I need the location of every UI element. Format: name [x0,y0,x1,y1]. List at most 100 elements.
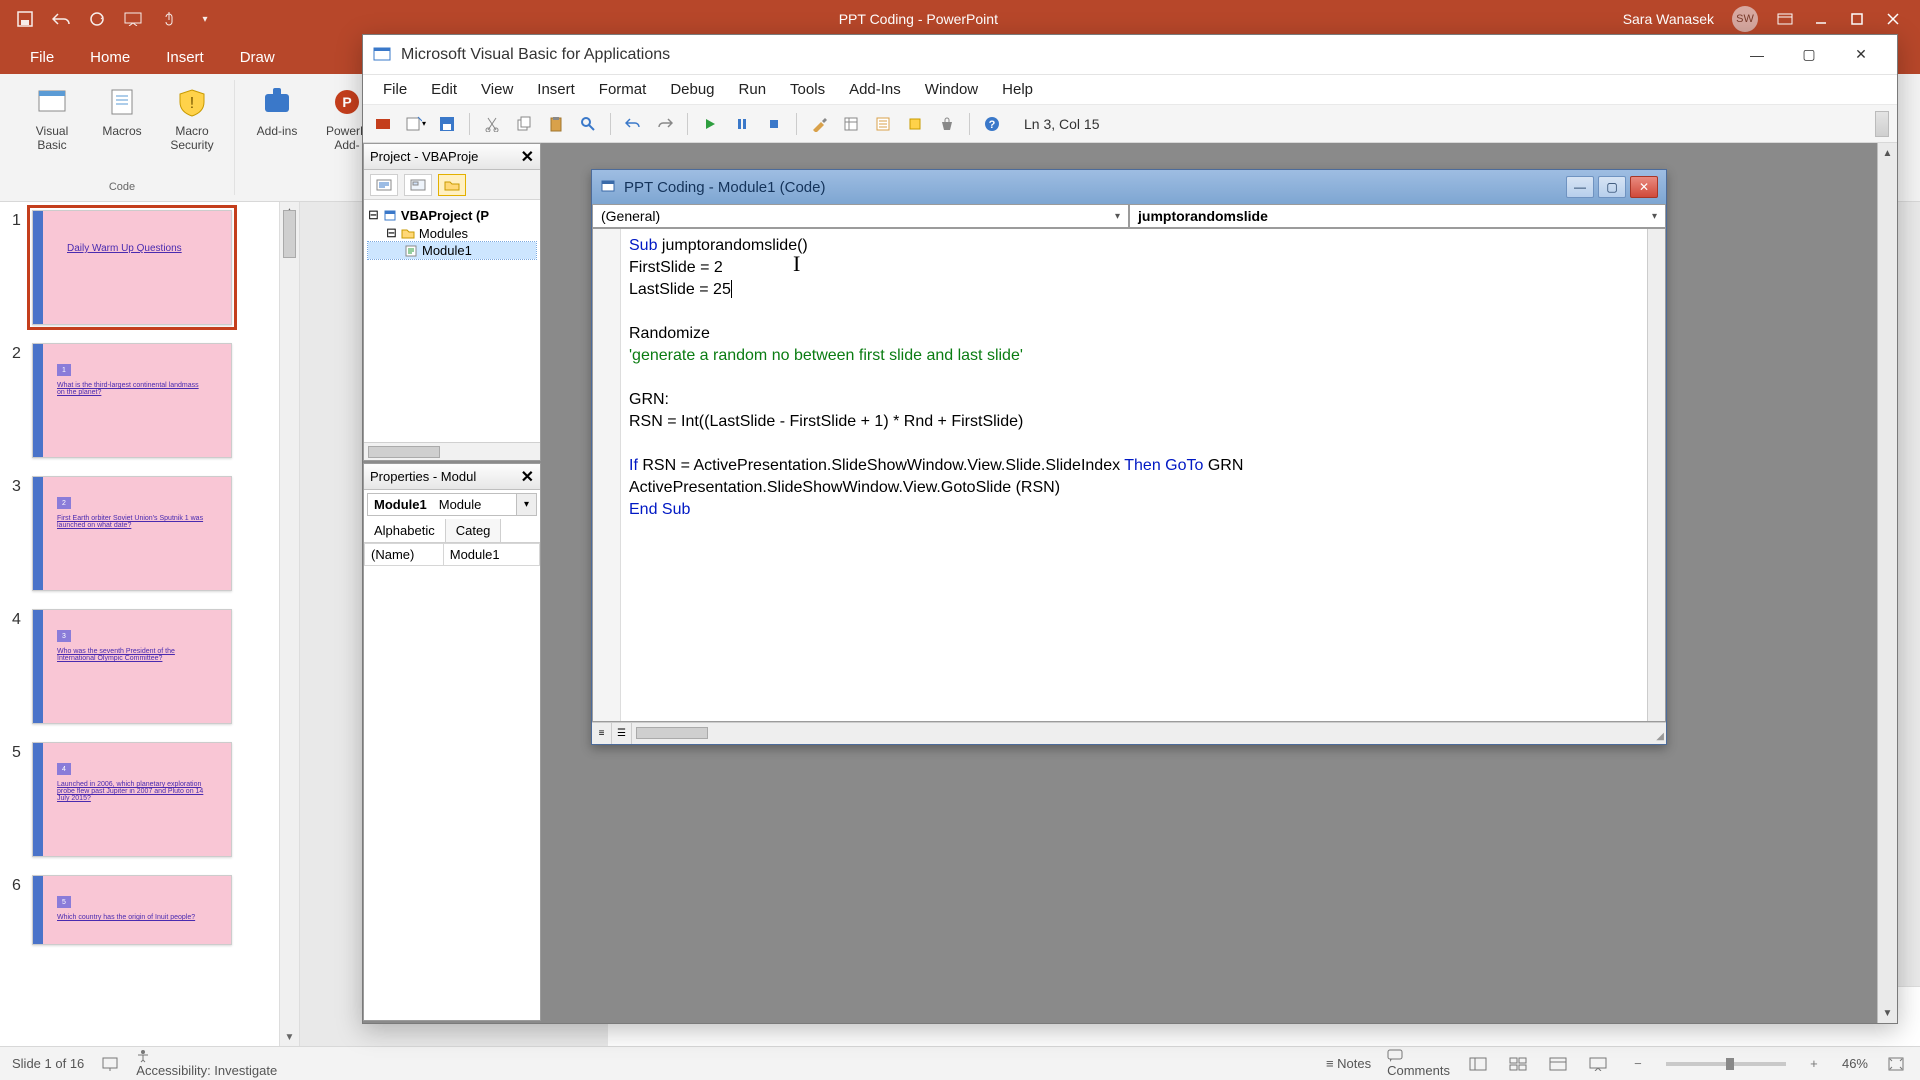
tree-minus-icon[interactable]: ⊟ [368,207,379,223]
thumbnails-scrollbar[interactable]: ▲ ▼ [279,202,299,1046]
undo-icon[interactable] [52,10,70,28]
status-notes[interactable]: ≡ Notes [1326,1056,1371,1071]
tb-save-icon[interactable] [435,112,459,136]
tb-reset-icon[interactable] [762,112,786,136]
scroll-down-icon[interactable]: ▼ [280,1028,299,1046]
save-icon[interactable] [16,10,34,28]
properties-pane-title[interactable]: Properties - Modul ✕ [364,464,540,490]
tb-toolbox-icon[interactable] [935,112,959,136]
prop-name-value[interactable]: Module1 [443,544,539,566]
slide-thumbnail-3[interactable]: 2 First Earth orbiter Soviet Union's Spu… [32,476,232,591]
code-close-button[interactable]: ✕ [1630,176,1658,198]
slide-thumbnail-1[interactable]: Daily Warm Up Questions [32,210,232,325]
tb-help-icon[interactable]: ? [980,112,1004,136]
tb-design-icon[interactable] [807,112,831,136]
vba-close-button[interactable]: ✕ [1835,37,1887,73]
status-accessibility[interactable]: Accessibility: Investigate [136,1049,277,1078]
zoom-in-icon[interactable]: + [1802,1054,1826,1074]
slide-thumbnail-4[interactable]: 3 Who was the seventh President of the I… [32,609,232,724]
present-icon[interactable] [124,10,142,28]
tb-break-icon[interactable] [730,112,754,136]
close-icon[interactable] [1884,10,1902,28]
macro-security-button[interactable]: ! Macro Security [160,80,224,179]
menu-debug[interactable]: Debug [660,77,724,102]
view-object-icon[interactable] [404,174,432,196]
qat-more-icon[interactable]: ▾ [196,10,214,28]
menu-format[interactable]: Format [589,77,657,102]
mdi-vscroll[interactable]: ▲ ▼ [1877,143,1897,1023]
menu-tools[interactable]: Tools [780,77,835,102]
chevron-down-icon[interactable]: ▾ [1652,211,1657,222]
tree-minus-icon[interactable]: ⊟ [386,225,397,241]
scroll-up-icon[interactable]: ▲ [1878,143,1897,163]
slide-thumbnail-2[interactable]: 1 What is the third-largest continental … [32,343,232,458]
code-minimize-button[interactable]: — [1566,176,1594,198]
project-pane-title[interactable]: Project - VBAProje ✕ [364,144,540,170]
properties-object-combo[interactable]: Module1 Module ▾ [367,493,537,516]
tb-properties-icon[interactable] [871,112,895,136]
props-tab-alphabetic[interactable]: Alphabetic [364,519,446,542]
code-vscroll[interactable] [1647,229,1665,721]
view-sorter-icon[interactable] [1506,1054,1530,1074]
tb-object-browser-icon[interactable] [903,112,927,136]
code-hscroll[interactable] [632,723,1648,744]
visual-basic-button[interactable]: Visual Basic [20,80,84,179]
proc-view-icon[interactable]: ≡ [592,723,612,744]
tb-undo-icon[interactable] [621,112,645,136]
menu-insert[interactable]: Insert [527,77,585,102]
view-reading-icon[interactable] [1546,1054,1570,1074]
project-tree[interactable]: ⊟ VBAProject (P ⊟ Modules Module1 [364,200,540,442]
tb-copy-icon[interactable] [512,112,536,136]
object-combo[interactable]: (General)▾ [592,204,1129,228]
zoom-slider[interactable] [1666,1062,1786,1066]
ribbon-options-icon[interactable] [1776,10,1794,28]
project-pane-close-icon[interactable]: ✕ [521,147,534,167]
tb-project-icon[interactable] [839,112,863,136]
status-comments[interactable]: Comments [1387,1049,1450,1078]
properties-grid[interactable]: (Name) Module1 [364,543,540,1020]
tb-view-ppt-icon[interactable] [371,112,395,136]
macros-button[interactable]: Macros [90,80,154,179]
tb-cut-icon[interactable] [480,112,504,136]
status-lang-icon[interactable] [102,1057,118,1071]
tb-run-icon[interactable] [698,112,722,136]
vba-minimize-button[interactable]: — [1731,37,1783,73]
menu-file[interactable]: File [373,77,417,102]
code-editor[interactable]: Sub jumptorandomslide() FirstSlide = 2I … [621,229,1647,721]
menu-edit[interactable]: Edit [421,77,467,102]
redo-icon[interactable] [88,10,106,28]
code-window-titlebar[interactable]: PPT Coding - Module1 (Code) — ▢ ✕ [592,170,1666,204]
maximize-icon[interactable] [1848,10,1866,28]
view-code-icon[interactable] [370,174,398,196]
chevron-down-icon[interactable]: ▾ [1115,211,1120,222]
code-area[interactable]: Sub jumptorandomslide() FirstSlide = 2I … [592,228,1666,722]
full-view-icon[interactable]: ☰ [612,723,632,744]
tab-insert[interactable]: Insert [148,41,222,74]
slide-thumbnail-5[interactable]: 4 Launched in 2006, which planetary expl… [32,742,232,857]
slide-thumbnail-6[interactable]: 5 Which country has the origin of Inuit … [32,875,232,945]
touch-icon[interactable] [160,10,178,28]
menu-addins[interactable]: Add-Ins [839,77,911,102]
tab-draw[interactable]: Draw [222,41,293,74]
properties-pane-close-icon[interactable]: ✕ [521,467,534,487]
menu-window[interactable]: Window [915,77,988,102]
view-normal-icon[interactable] [1466,1054,1490,1074]
vba-maximize-button[interactable]: ▢ [1783,37,1835,73]
zoom-out-icon[interactable]: − [1626,1054,1650,1074]
avatar[interactable]: SW [1732,6,1758,32]
toggle-folders-icon[interactable] [438,174,466,196]
props-tab-categorized[interactable]: Categ [446,519,502,542]
resize-grip-icon[interactable]: ◢ [1648,723,1666,744]
chevron-down-icon[interactable]: ▾ [516,494,536,515]
menu-view[interactable]: View [471,77,523,102]
menu-run[interactable]: Run [729,77,777,102]
toolbar-grip[interactable] [1875,111,1889,137]
addins-button[interactable]: Add-ins [245,80,309,179]
fit-to-window-icon[interactable] [1884,1054,1908,1074]
scrollbar-thumb[interactable] [283,210,296,258]
tb-insert-icon[interactable]: ▾ [403,112,427,136]
tb-find-icon[interactable] [576,112,600,136]
minimize-icon[interactable] [1812,10,1830,28]
tb-redo-icon[interactable] [653,112,677,136]
menu-help[interactable]: Help [992,77,1043,102]
